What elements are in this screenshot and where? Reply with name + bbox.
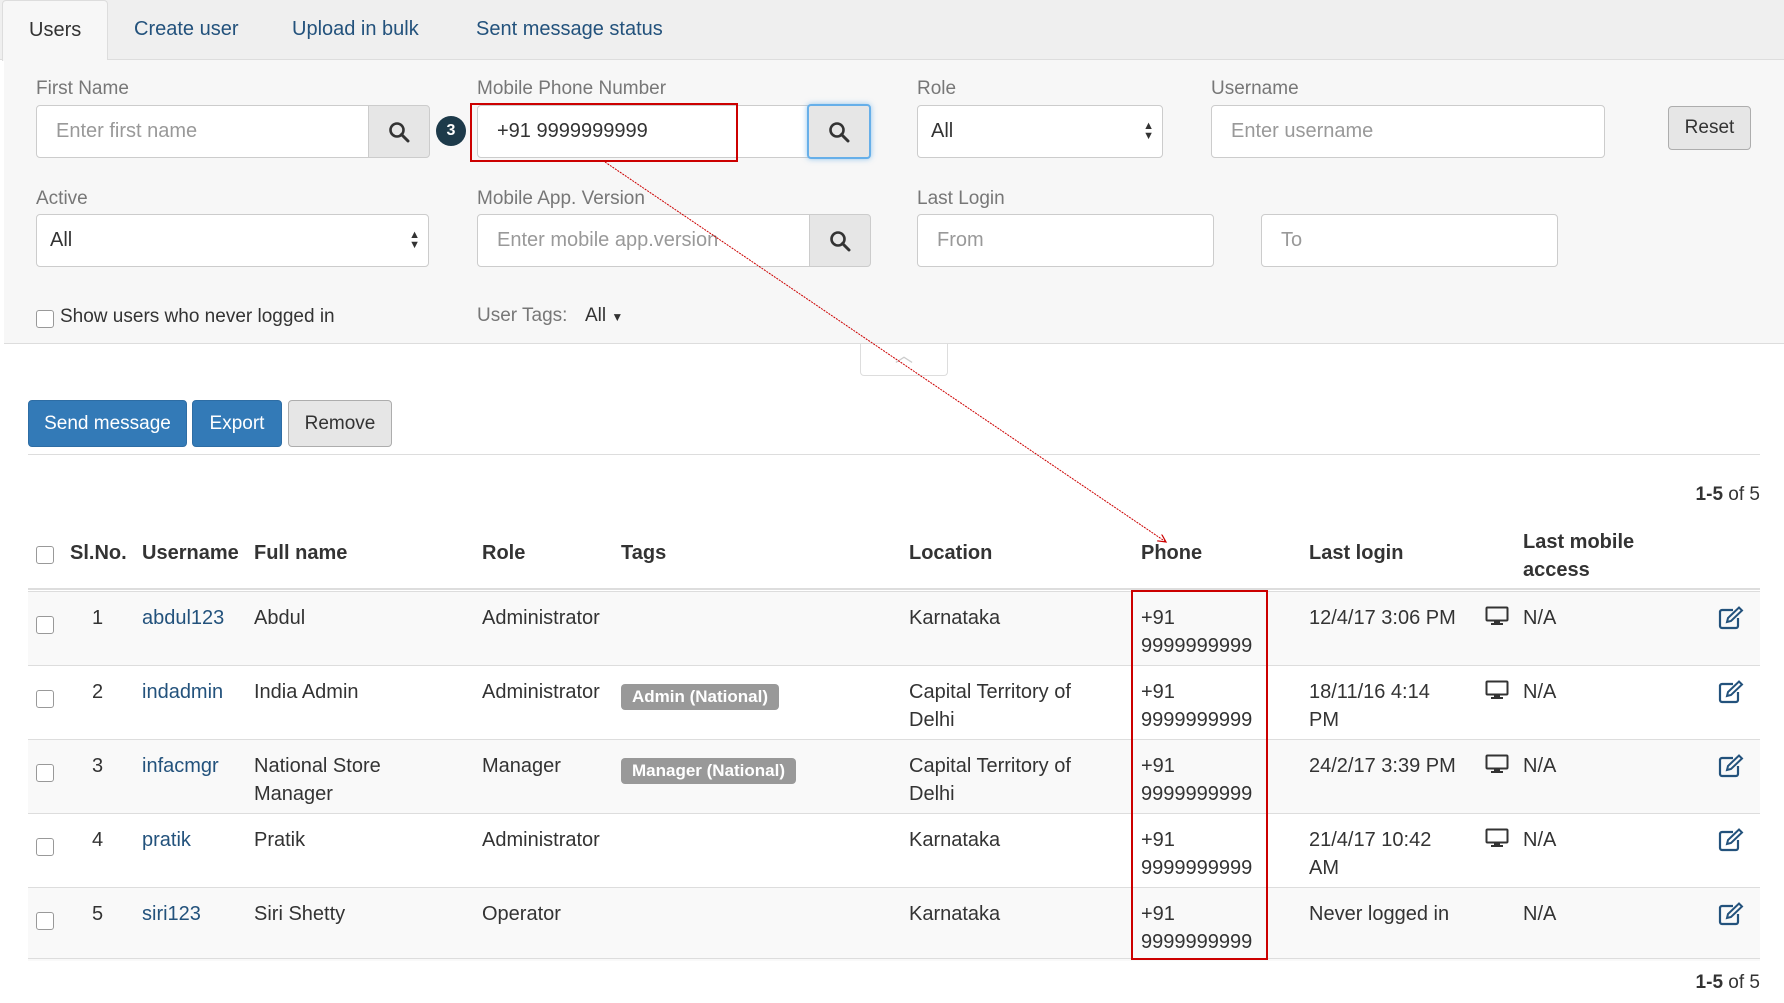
pagination-range: 1-5 bbox=[1695, 972, 1724, 993]
pagination-count-bottom: 1-5 of 5 bbox=[1696, 972, 1760, 994]
callout-arrow bbox=[604, 161, 1784, 1003]
pagination-total: of 5 bbox=[1728, 972, 1760, 993]
